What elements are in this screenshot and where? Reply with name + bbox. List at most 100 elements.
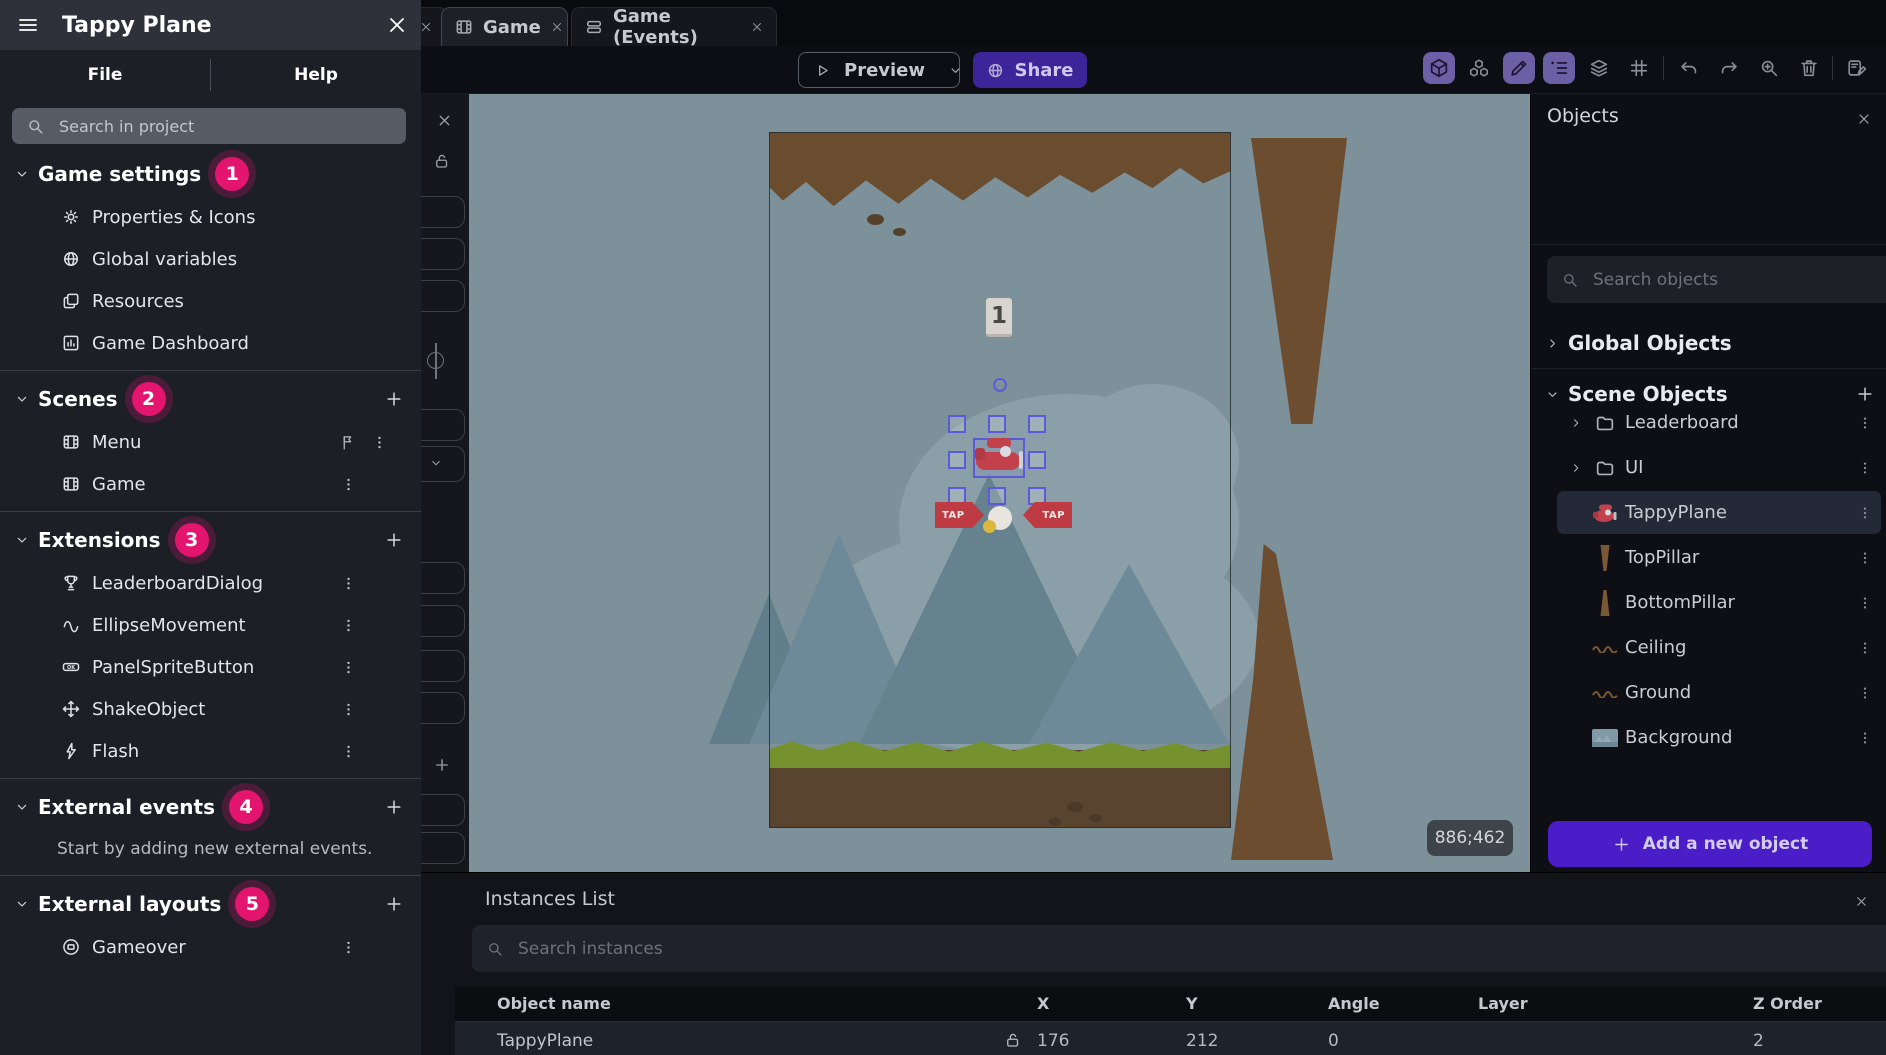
item-menu-icon[interactable] — [340, 617, 357, 634]
object-menu-icon[interactable] — [1857, 640, 1873, 656]
close-icon[interactable] — [1856, 111, 1872, 127]
tab-game-events[interactable]: Game (Events) — [571, 7, 777, 46]
sidebar-item-resources[interactable]: Resources — [0, 280, 421, 322]
sidebar-item-ellipsemovement[interactable]: EllipseMovement — [0, 604, 421, 646]
item-menu-icon[interactable] — [340, 659, 357, 676]
resize-handle[interactable] — [988, 415, 1006, 433]
redo-button[interactable] — [1713, 52, 1745, 84]
section-header-external-layouts[interactable]: External layouts5 — [0, 882, 421, 926]
menu-help[interactable]: Help — [211, 65, 421, 85]
preview-button[interactable]: Preview — [798, 52, 960, 88]
project-search[interactable] — [12, 108, 406, 144]
global-objects-group[interactable]: Global Objects — [1545, 331, 1732, 355]
layers-button[interactable] — [1583, 52, 1615, 84]
item-menu-icon[interactable] — [340, 939, 357, 956]
resize-handle[interactable] — [948, 451, 966, 469]
section-header-scenes[interactable]: Scenes2 — [0, 377, 421, 421]
undo-button[interactable] — [1673, 52, 1705, 84]
object-menu-icon[interactable] — [1857, 460, 1873, 476]
scene-canvas[interactable]: 1 TAP TAP 886;462 — [469, 94, 1530, 872]
instances-table-row[interactable]: TappyPlane17621202 — [455, 1021, 1886, 1055]
resize-handle[interactable] — [1028, 415, 1046, 433]
object-row-leaderboard[interactable]: Leaderboard — [1531, 400, 1886, 445]
object-menu-icon[interactable] — [1857, 550, 1873, 566]
item-menu-icon[interactable] — [340, 701, 357, 718]
object-row-ground[interactable]: Ground — [1531, 670, 1886, 715]
item-menu-icon[interactable] — [340, 476, 357, 493]
sidebar-item-game[interactable]: Game — [0, 463, 421, 505]
object-label: BottomPillar — [1625, 592, 1735, 613]
close-icon[interactable] — [750, 20, 764, 34]
chevron-right-icon[interactable] — [1569, 416, 1583, 430]
section-add-icon[interactable] — [384, 389, 404, 409]
top-pillar-object[interactable] — [1251, 138, 1347, 424]
sidebar-item-leaderboarddialog[interactable]: LeaderboardDialog — [0, 562, 421, 604]
resize-handle[interactable] — [1028, 451, 1046, 469]
object-row-bottompillar[interactable]: BottomPillar — [1531, 580, 1886, 625]
grid-button[interactable] — [1623, 52, 1655, 84]
plus-icon[interactable] — [433, 756, 451, 774]
close-icon[interactable] — [1854, 894, 1869, 909]
objects-list-button[interactable] — [1463, 52, 1495, 84]
chevron-down-icon[interactable] — [948, 63, 963, 78]
sidebar-item-properties-icons[interactable]: Properties & Icons — [0, 196, 421, 238]
sidebar-item-shakeobject[interactable]: ShakeObject — [0, 688, 421, 730]
section-add-icon[interactable] — [384, 797, 404, 817]
object-menu-icon[interactable] — [1857, 730, 1873, 746]
add-new-object-button[interactable]: Add a new object — [1548, 821, 1872, 867]
object-row-toppillar[interactable]: TopPillar — [1531, 535, 1886, 580]
sidebar-item-flash[interactable]: Flash — [0, 730, 421, 772]
objects-search-input[interactable] — [1591, 269, 1886, 291]
objects-search[interactable] — [1547, 256, 1886, 303]
objects-panel: Objects Global Objects Scene Objects Lea… — [1530, 94, 1886, 872]
edit-events-button[interactable] — [1841, 52, 1873, 84]
object-menu-icon[interactable] — [1857, 505, 1873, 521]
close-icon[interactable] — [436, 112, 453, 129]
item-menu-icon[interactable] — [340, 575, 357, 592]
object-row-ui[interactable]: UI — [1531, 445, 1886, 490]
bottom-pillar-object[interactable] — [1231, 544, 1333, 860]
resize-handle[interactable] — [948, 415, 966, 433]
hamburger-menu-icon[interactable] — [16, 13, 40, 37]
object-menu-icon[interactable] — [1857, 685, 1873, 701]
item-menu-icon[interactable] — [371, 434, 388, 451]
object-menu-icon[interactable] — [1857, 415, 1873, 431]
edit-mode-button[interactable] — [1503, 52, 1535, 84]
instances-list-button[interactable] — [1543, 52, 1575, 84]
section-header-extensions[interactable]: Extensions3 — [0, 518, 421, 562]
section-header-game-settings[interactable]: Game settings1 — [0, 152, 421, 196]
object-menu-icon[interactable] — [1857, 595, 1873, 611]
menu-file[interactable]: File — [0, 65, 210, 85]
unlock-icon[interactable] — [1004, 1031, 1022, 1049]
zoom-button[interactable] — [1753, 52, 1785, 84]
section-add-icon[interactable] — [384, 894, 404, 914]
section-header-external-events[interactable]: External events4 — [0, 785, 421, 829]
selected-plane-sprite[interactable] — [973, 438, 1025, 478]
instances-search-input[interactable] — [516, 938, 1879, 960]
section-add-icon[interactable] — [384, 530, 404, 550]
terrain-thumbnail — [1591, 634, 1619, 662]
unlock-icon[interactable] — [433, 152, 451, 170]
sidebar-item-gameover[interactable]: Gameover — [0, 926, 421, 968]
project-search-input[interactable] — [57, 116, 392, 137]
chevron-right-icon[interactable] — [1545, 336, 1560, 351]
close-icon[interactable] — [419, 20, 433, 34]
share-button[interactable]: Share — [973, 52, 1087, 88]
sidebar-item-menu[interactable]: Menu — [0, 421, 421, 463]
item-menu-icon[interactable] — [340, 743, 357, 760]
object-row-ceiling[interactable]: Ceiling — [1531, 625, 1886, 670]
resize-handle[interactable] — [988, 487, 1006, 505]
close-icon[interactable] — [385, 13, 409, 37]
delete-button[interactable] — [1793, 52, 1825, 84]
object-row-tappyplane[interactable]: TappyPlane — [1531, 490, 1886, 535]
rotation-handle[interactable] — [993, 378, 1007, 392]
sidebar-item-panelspritebutton[interactable]: OKPanelSpriteButton — [0, 646, 421, 688]
instances-search[interactable] — [472, 925, 1886, 972]
object-row-background[interactable]: Background — [1531, 715, 1886, 760]
tab-game-scene[interactable]: Game — [441, 7, 568, 46]
toggle-3d-view-button[interactable] — [1423, 52, 1455, 84]
sidebar-item-global-variables[interactable]: Global variables — [0, 238, 421, 280]
chevron-right-icon[interactable] — [1569, 461, 1583, 475]
close-icon[interactable] — [550, 20, 564, 34]
sidebar-item-game-dashboard[interactable]: Game Dashboard — [0, 322, 421, 364]
